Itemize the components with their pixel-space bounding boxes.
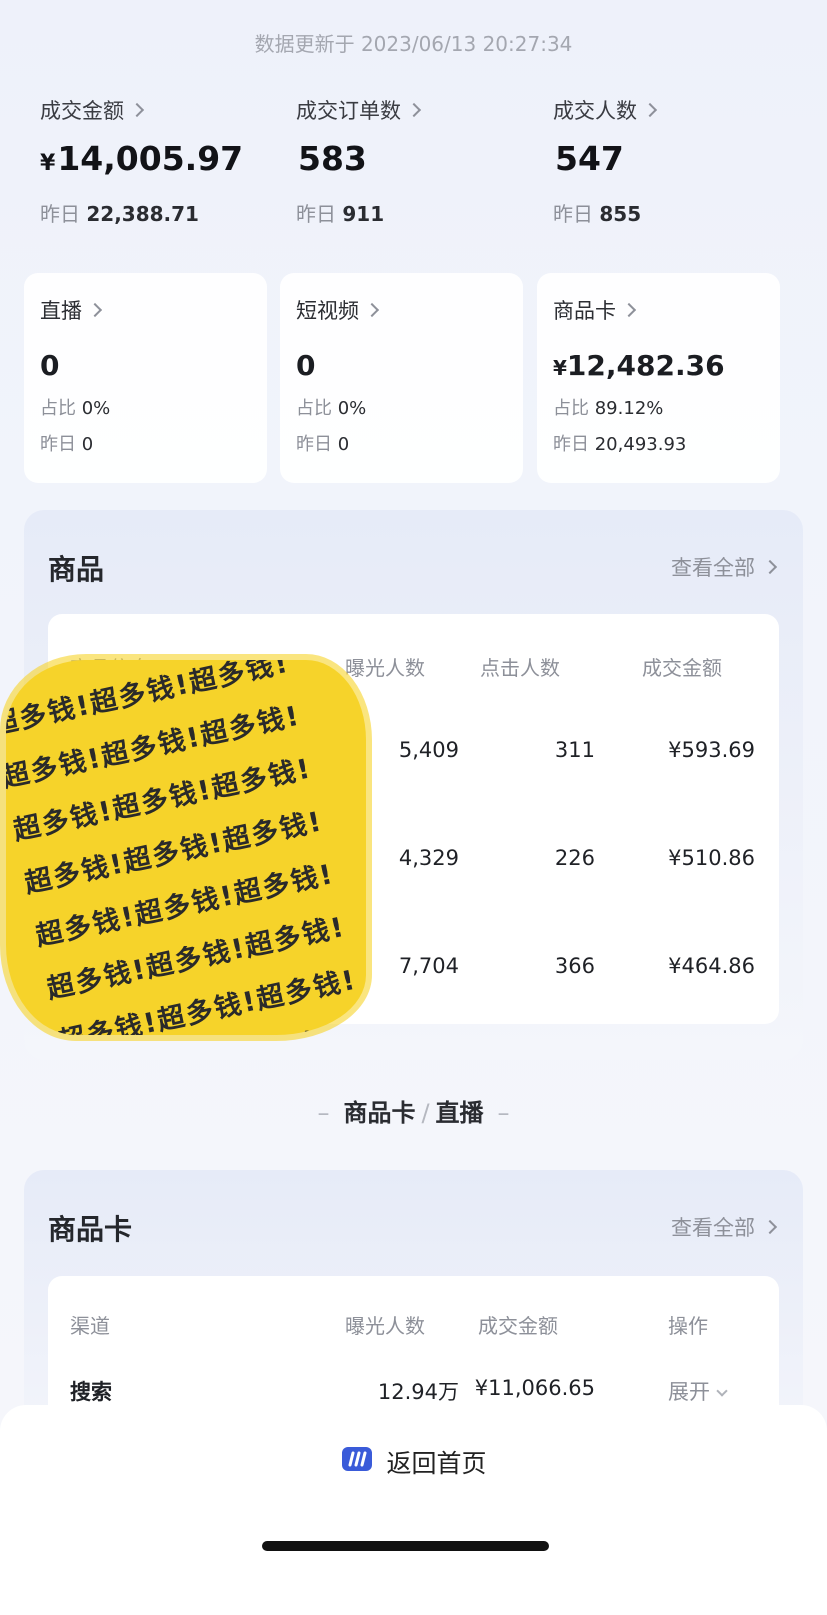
back-home-label: 返回首页 <box>386 1449 487 1478</box>
view-all-products-button[interactable]: 查看全部 <box>671 552 778 582</box>
chevron-right-icon <box>129 102 145 118</box>
column-header: 曝光人数 <box>345 1314 425 1338</box>
chevron-right-icon <box>621 302 637 318</box>
channel-yesterday: 昨日 0 <box>40 434 94 455</box>
bottom-bar: 返回首页 <box>0 1405 827 1615</box>
column-header: 渠道 <box>70 1314 110 1338</box>
amount-cell: ¥510.86 <box>668 846 755 870</box>
view-all-product-card-button[interactable]: 查看全部 <box>671 1212 778 1242</box>
exposure-cell: 12.94万 <box>377 1380 459 1404</box>
column-header: 成交金额 <box>478 1314 558 1338</box>
chevron-right-icon <box>87 302 103 318</box>
section-divider: – 商品卡 / 直播 – <box>317 1099 510 1127</box>
channel-share: 占比 0% <box>296 398 367 419</box>
channel-card-short-video[interactable]: 短视频 0 占比 0% 昨日 0 <box>280 273 523 483</box>
divider-tab-live[interactable]: 直播 <box>436 1099 484 1127</box>
exposure-cell: 4,329 <box>398 846 459 870</box>
clicks-cell: 226 <box>554 846 595 870</box>
channel-value: 0 <box>296 349 316 382</box>
chevron-right-icon <box>762 1219 778 1235</box>
channel-card-product-card[interactable]: 商品卡 ¥12,482.36 占比 89.12% 昨日 20,493.93 <box>537 273 780 483</box>
amount-cell: ¥593.69 <box>668 738 755 762</box>
kpi-buyers[interactable]: 成交人数 547 昨日 855 <box>553 95 783 227</box>
channel-cell: 搜索 <box>70 1380 112 1404</box>
chevron-right-icon <box>642 102 658 118</box>
section-title: 商品卡 <box>48 1213 133 1246</box>
app-logo-icon <box>340 1443 374 1481</box>
kpi-label: 成交人数 <box>553 99 637 123</box>
home-indicator[interactable] <box>262 1541 549 1551</box>
chevron-right-icon <box>406 102 422 118</box>
divider-tab-product-card[interactable]: 商品卡 <box>343 1099 415 1127</box>
amount-cell: ¥11,066.65 <box>474 1376 595 1400</box>
column-header: 操作 <box>668 1314 708 1338</box>
channel-label: 直播 <box>40 299 82 323</box>
chevron-right-icon <box>364 302 380 318</box>
channel-label: 短视频 <box>296 299 359 323</box>
channel-share: 占比 0% <box>40 398 111 419</box>
kpi-yesterday: 昨日 911 <box>296 202 385 226</box>
amount-cell: ¥464.86 <box>668 954 755 978</box>
column-header: 点击人数 <box>480 656 560 680</box>
kpi-gmv[interactable]: 成交金额 ¥14,005.97 昨日 22,388.71 <box>40 95 270 227</box>
section-title: 商品 <box>48 553 105 586</box>
kpi-orders[interactable]: 成交订单数 583 昨日 911 <box>296 95 526 227</box>
kpi-label: 成交订单数 <box>296 99 401 123</box>
channel-card-live[interactable]: 直播 0 占比 0% 昨日 0 <box>24 273 267 483</box>
chevron-right-icon <box>762 559 778 575</box>
clicks-cell: 311 <box>554 738 595 762</box>
update-time: 数据更新于 2023/06/13 20:27:34 <box>254 32 573 56</box>
kpi-yesterday: 昨日 22,388.71 <box>40 202 199 226</box>
channel-value: ¥12,482.36 <box>553 349 725 382</box>
exposure-cell: 5,409 <box>398 738 459 762</box>
channel-label: 商品卡 <box>553 299 616 323</box>
kpi-label: 成交金额 <box>40 99 124 123</box>
kpi-yesterday: 昨日 855 <box>553 202 642 226</box>
expand-button[interactable]: 展开 <box>668 1376 728 1406</box>
kpi-value: 547 <box>555 139 624 178</box>
kpi-value: 583 <box>298 139 367 178</box>
channel-yesterday: 昨日 0 <box>296 434 350 455</box>
exposure-cell: 7,704 <box>398 954 459 978</box>
kpi-value: ¥14,005.97 <box>40 139 244 178</box>
redaction-scribble: 超多钱!超多钱!超多钱! 超多钱!超多钱!超多钱! 超多钱!超多钱!超多钱! 超… <box>6 660 366 1035</box>
back-home-button[interactable]: 返回首页 <box>0 1443 827 1481</box>
channel-share: 占比 89.12% <box>553 398 664 419</box>
channel-yesterday: 昨日 20,493.93 <box>553 434 687 455</box>
chevron-down-icon <box>716 1385 728 1397</box>
clicks-cell: 366 <box>554 954 595 978</box>
column-header: 成交金额 <box>642 656 722 680</box>
channel-value: 0 <box>40 349 60 382</box>
